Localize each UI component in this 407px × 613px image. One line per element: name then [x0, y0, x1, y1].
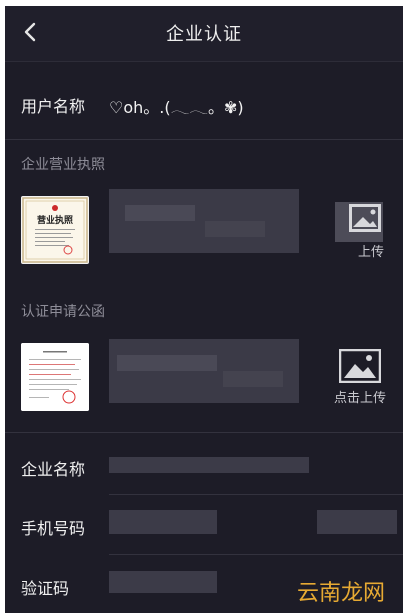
image-upload-icon[interactable]: [335, 202, 383, 242]
user-name-value: ♡oh。.(⁠𓂃𓂃⁠。✾): [109, 98, 244, 117]
divider: [5, 432, 403, 433]
divider: [109, 554, 403, 555]
image-upload-icon[interactable]: [339, 349, 381, 383]
letter-thumbnail[interactable]: [21, 343, 89, 411]
letter-document-image: [21, 343, 89, 411]
app-screen: 企业认证 用户名称 ♡oh。.(⁠𓂃𓂃⁠。✾) 企业营业执照 营业执照 上传 认…: [5, 6, 403, 613]
divider: [5, 139, 403, 140]
divider: [109, 494, 403, 495]
redacted-block: [125, 205, 195, 221]
redacted-block: [205, 221, 265, 237]
redacted-block: [117, 355, 217, 371]
redacted-block: [317, 510, 397, 534]
watermark: 云南龙网: [296, 581, 385, 606]
redacted-block: [109, 571, 217, 593]
page-title: 企业认证: [166, 24, 242, 45]
redacted-block: [109, 189, 299, 253]
letter-section-label: 认证申请公函: [21, 304, 105, 320]
company-name-label: 企业名称: [21, 460, 86, 479]
license-upload-label[interactable]: 上传: [351, 241, 391, 260]
nav-bar: 企业认证: [5, 6, 403, 62]
redacted-block: [223, 371, 283, 387]
phone-label: 手机号码: [21, 519, 86, 538]
redacted-block: [109, 457, 309, 473]
redacted-block: [109, 510, 217, 534]
license-thumb-title: 营业执照: [36, 216, 73, 226]
code-label: 验证码: [21, 579, 70, 598]
license-thumbnail[interactable]: 营业执照: [21, 196, 89, 264]
letter-upload-label[interactable]: 点击上传: [323, 387, 397, 406]
user-name-label: 用户名称: [21, 97, 86, 116]
license-section-label: 企业营业执照: [21, 157, 105, 173]
license-document-image: [22, 197, 88, 263]
